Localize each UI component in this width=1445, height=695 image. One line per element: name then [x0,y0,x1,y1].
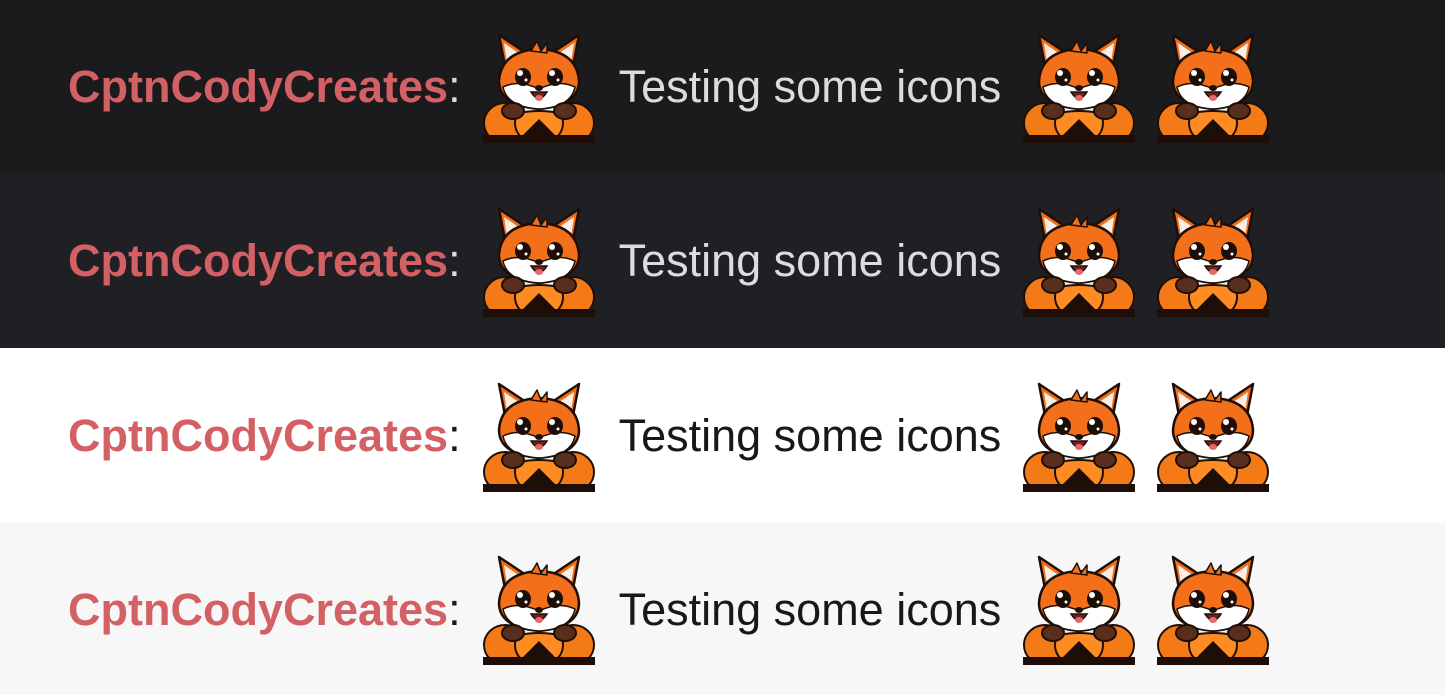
username[interactable]: CptnCodyCreates [68,238,448,283]
fox-in-pumpkin-emote-icon [482,553,595,665]
separator: : [448,61,461,112]
message-text: Testing some icons [618,235,1002,286]
fox-in-pumpkin-emote-icon [482,31,595,143]
username[interactable]: CptnCodyCreates [68,413,448,458]
fox-in-pumpkin-emote-icon [1023,31,1136,143]
message-text: Testing some icons [618,583,1002,635]
fox-in-pumpkin-emote-icon [1023,205,1136,317]
fox-in-pumpkin-emote-icon [1023,553,1136,665]
chat-message: CptnCodyCreates : Testing some icons [68,348,1270,523]
fox-in-pumpkin-emote-icon [482,380,595,492]
message-text: Testing some icons [618,61,1002,112]
separator: : [448,410,461,461]
username[interactable]: CptnCodyCreates [68,587,448,632]
fox-in-pumpkin-emote-icon [1157,31,1270,143]
chat-message: CptnCodyCreates : Testing some icons [68,0,1270,173]
fox-in-pumpkin-emote-icon [1157,205,1270,317]
fox-in-pumpkin-emote-icon [1157,553,1270,665]
username[interactable]: CptnCodyCreates [68,64,448,109]
chat-row-light-alt: CptnCodyCreates : Testing some icons [0,523,1445,695]
fox-in-pumpkin-emote-icon [482,205,595,317]
chat-message: CptnCodyCreates : Testing some icons [68,173,1270,348]
message-text: Testing some icons [618,410,1002,461]
fox-in-pumpkin-emote-icon [1023,380,1136,492]
chat-row-light: CptnCodyCreates : Testing some icons [0,348,1445,523]
chat-preview: CptnCodyCreates : Testing some icons Cpt… [0,0,1445,695]
chat-row-dark-alt: CptnCodyCreates : Testing some icons [0,173,1445,348]
chat-message: CptnCodyCreates : Testing some icons [68,523,1270,695]
separator: : [448,583,461,635]
fox-in-pumpkin-emote-icon [1157,380,1270,492]
chat-row-dark: CptnCodyCreates : Testing some icons [0,0,1445,173]
separator: : [448,235,461,286]
